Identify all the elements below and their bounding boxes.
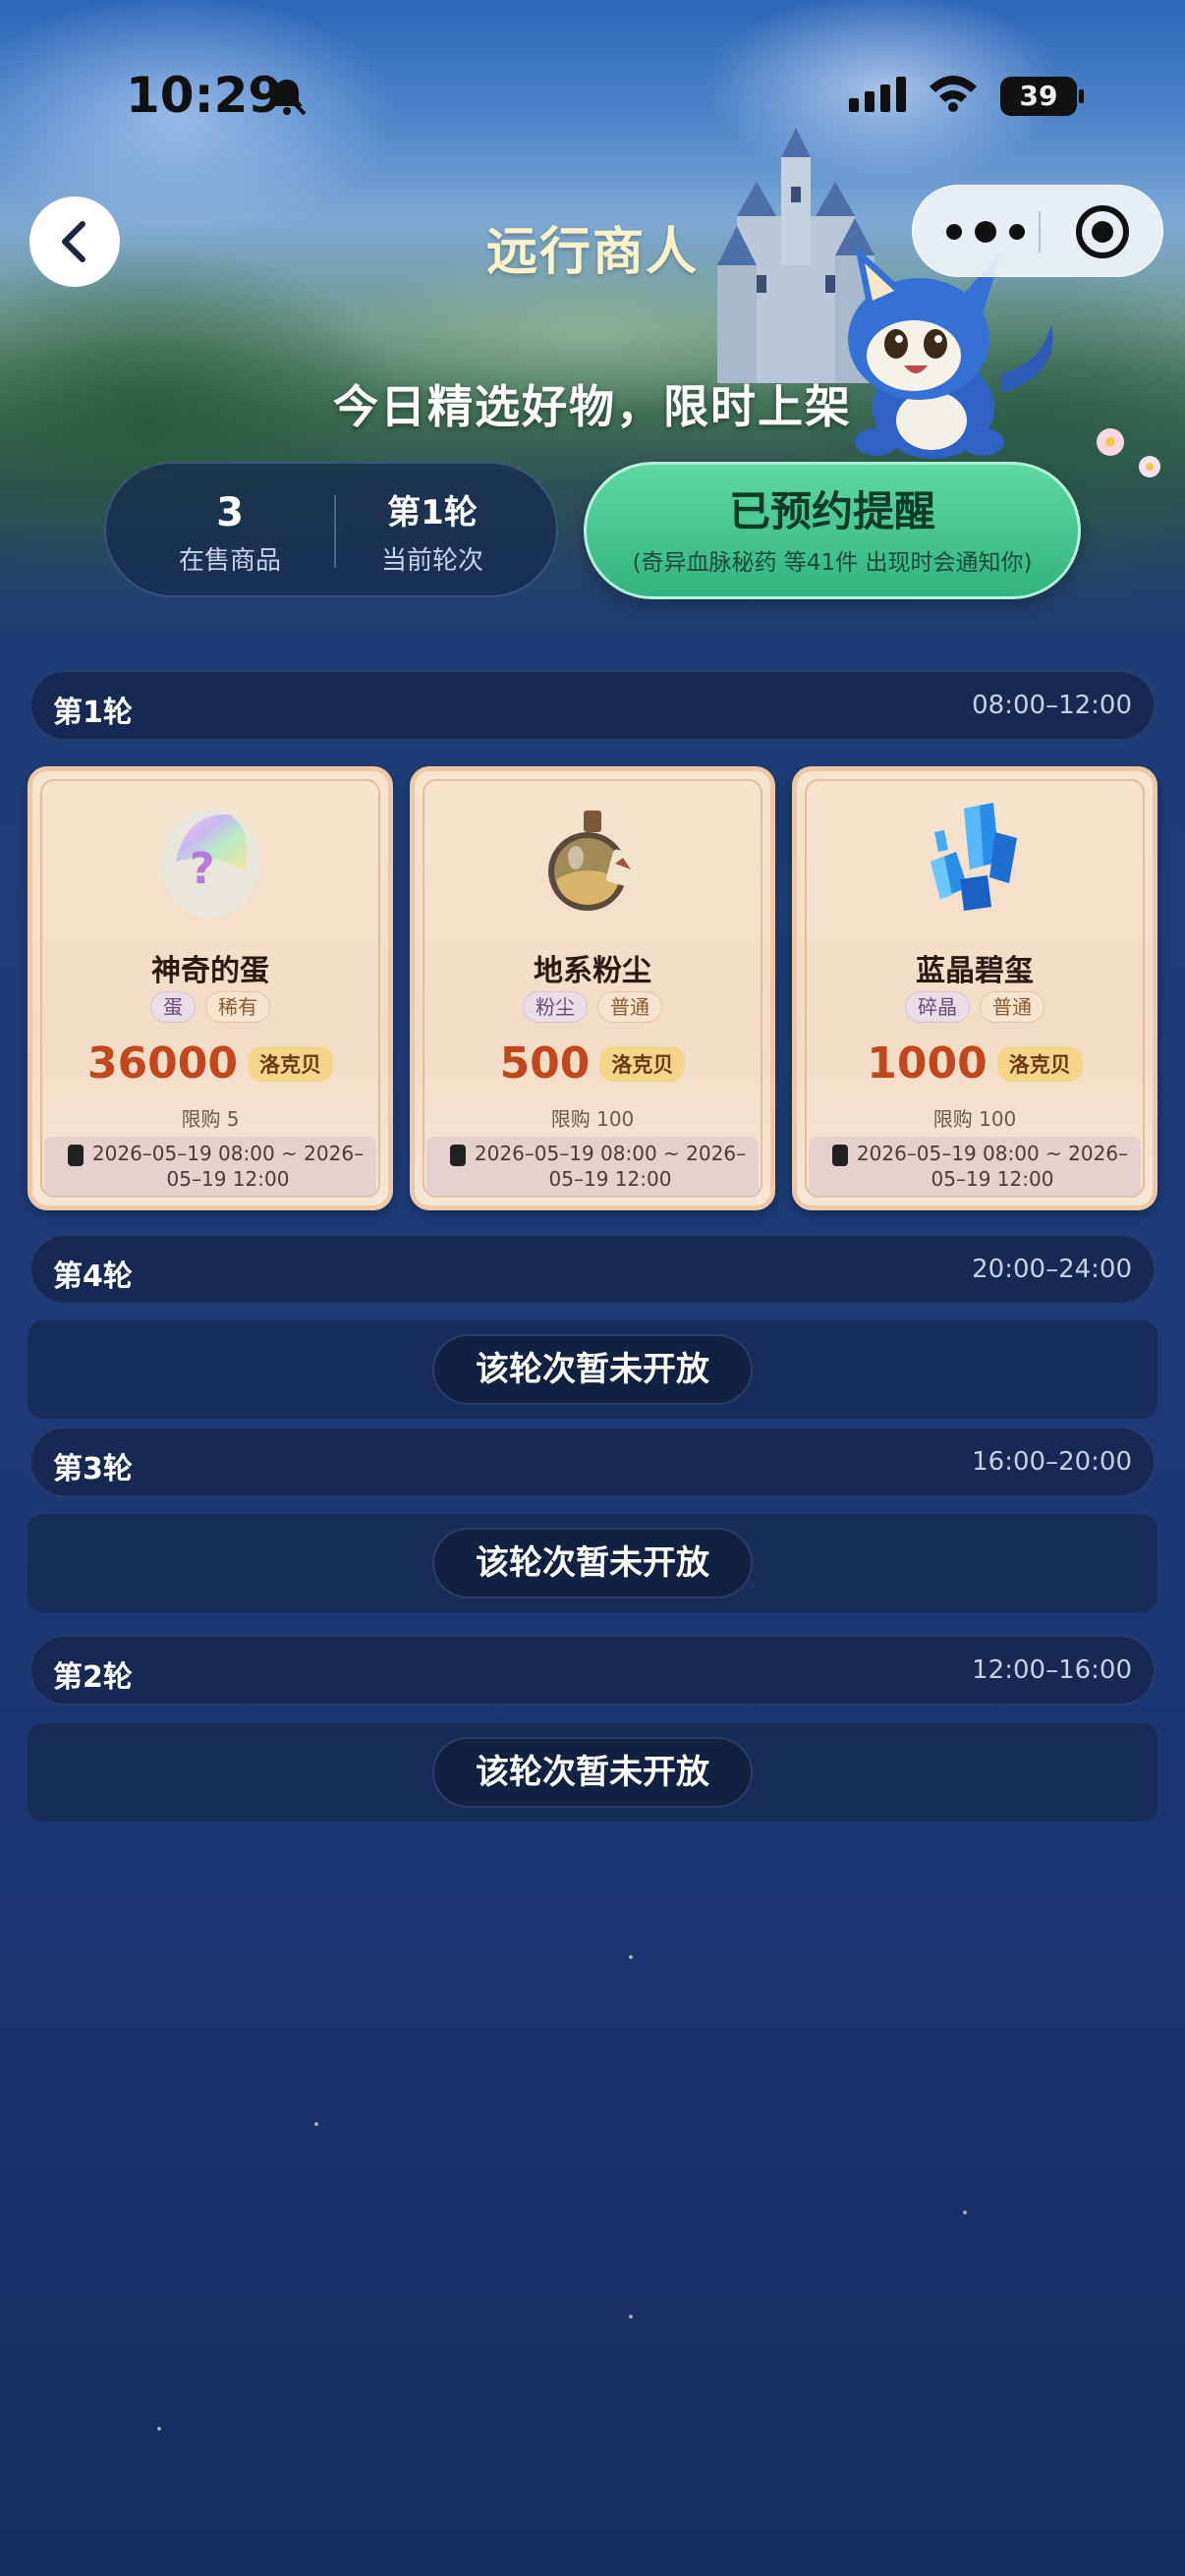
battery-indicator: 39 — [1000, 77, 1084, 116]
product-card[interactable]: ? 神奇的蛋 蛋 稀有 36000 洛克贝 限购 5 2026–05–19 08… — [28, 766, 393, 1210]
current-round-label: 当前轮次 — [380, 546, 483, 576]
tag-rarity: 普通 — [597, 991, 662, 1023]
tag-rarity: 普通 — [980, 991, 1044, 1023]
sale-period: 2026–05–19 08:00 ~ 2026–05–19 12:00 — [44, 1137, 376, 1198]
tag-type: 碎晶 — [905, 991, 970, 1023]
product-price: 36000 — [86, 1038, 239, 1089]
stats-panel: 3 在售商品 第1轮 当前轮次 — [104, 462, 558, 597]
product-card[interactable]: 蓝晶碧玺 碎晶 普通 1000 洛克贝 限购 100 2026–05–19 08… — [792, 766, 1157, 1210]
round-name: 第4轮 — [53, 1260, 133, 1294]
watch-icon — [832, 1141, 848, 1170]
product-tags: 蛋 稀有 — [32, 991, 388, 1023]
on-sale-label: 在售商品 — [178, 546, 281, 576]
miniprogram-capsule — [912, 185, 1163, 277]
round-time: 20:00–24:00 — [972, 1255, 1132, 1284]
round-closed-panel: 该轮次暂未开放 — [28, 1723, 1157, 1821]
product-card[interactable]: 地系粉尘 粉尘 普通 500 洛克贝 限购 100 2026–05–19 08:… — [410, 766, 775, 1210]
currency-badge: 洛克贝 — [248, 1046, 334, 1082]
round-name: 第3轮 — [53, 1452, 133, 1486]
round-name: 第1轮 — [53, 696, 133, 730]
star-decoration — [629, 1955, 633, 1959]
currency-badge: 洛克贝 — [599, 1046, 686, 1082]
wifi-icon — [930, 76, 977, 112]
product-tags: 粉尘 普通 — [415, 991, 770, 1023]
round-time: 08:00–12:00 — [972, 691, 1132, 720]
round-closed-status: 该轮次暂未开放 — [432, 1334, 753, 1405]
product-tags: 碎晶 普通 — [797, 991, 1153, 1023]
price-row: 36000 洛克贝 — [32, 1038, 388, 1090]
star-decoration — [157, 2427, 161, 2431]
round-closed-panel: 该轮次暂未开放 — [28, 1320, 1157, 1419]
star-decoration — [314, 2122, 318, 2126]
round-header: 第1轮 08:00–12:00 — [29, 670, 1156, 741]
round-time: 12:00–16:00 — [972, 1655, 1132, 1685]
hero-slogan: 今日精选好物，限时上架 — [333, 380, 852, 433]
svg-text:?: ? — [190, 844, 215, 894]
star-decoration — [629, 2315, 633, 2319]
sale-period: 2026–05–19 08:00 ~ 2026–05–19 12:00 — [426, 1137, 759, 1198]
status-time: 10:29 — [126, 67, 283, 124]
product-price: 500 — [499, 1038, 591, 1089]
blue-crystal-icon — [931, 803, 1017, 911]
purchase-limit: 限购 5 — [181, 1107, 240, 1131]
product-name: 神奇的蛋 — [151, 954, 269, 988]
round-closed-panel: 该轮次暂未开放 — [28, 1514, 1157, 1612]
sale-period-text: 2026–05–19 08:00 ~ 2026–05–19 12:00 — [856, 1142, 1129, 1191]
currency-badge: 洛克贝 — [996, 1046, 1083, 1082]
round-header: 第4轮 20:00–24:00 — [29, 1234, 1156, 1305]
sale-period: 2026–05–19 08:00 ~ 2026–05–19 12:00 — [809, 1137, 1141, 1198]
current-round-value: 第1轮 — [387, 493, 478, 532]
round-closed-status: 该轮次暂未开放 — [432, 1528, 753, 1598]
tag-rarity: 稀有 — [205, 991, 270, 1023]
round-name: 第2轮 — [53, 1660, 133, 1695]
on-sale-count: 3 — [216, 490, 244, 535]
rainbow-egg-icon: ? — [161, 809, 259, 919]
purchase-limit: 限购 100 — [932, 1107, 1017, 1131]
reminder-sub: (奇异血脉秘药 等41件 出现时会通知你) — [632, 550, 1033, 576]
more-options-icon[interactable] — [946, 215, 1025, 249]
price-row: 500 洛克贝 — [415, 1038, 770, 1090]
dust-bottle-icon — [548, 811, 642, 911]
watch-icon — [68, 1141, 84, 1170]
product-name: 地系粉尘 — [534, 954, 651, 988]
product-name: 蓝晶碧玺 — [916, 954, 1034, 988]
sale-period-text: 2026–05–19 08:00 ~ 2026–05–19 12:00 — [474, 1142, 747, 1191]
price-row: 1000 洛克贝 — [797, 1038, 1153, 1090]
watch-icon — [450, 1141, 466, 1170]
battery-level: 39 — [1019, 80, 1058, 112]
signal-icon — [849, 77, 906, 112]
capsule-divider — [1039, 211, 1041, 252]
star-decoration — [963, 2211, 967, 2214]
round-time: 16:00–20:00 — [972, 1447, 1132, 1477]
stat-on-sale: 3 在售商品 — [122, 489, 338, 577]
tag-type: 粉尘 — [523, 991, 588, 1023]
round-header: 第2轮 12:00–16:00 — [29, 1635, 1156, 1706]
sale-period-text: 2026–05–19 08:00 ~ 2026–05–19 12:00 — [91, 1142, 365, 1191]
reminder-label: 已预约提醒 — [728, 487, 935, 535]
tag-type: 蛋 — [150, 991, 196, 1023]
purchase-limit: 限购 100 — [550, 1107, 635, 1131]
round-closed-status: 该轮次暂未开放 — [432, 1737, 753, 1808]
bell-muted-icon — [269, 77, 307, 116]
round-header: 第3轮 16:00–20:00 — [29, 1427, 1156, 1497]
product-price: 1000 — [867, 1038, 988, 1089]
stat-current-round: 第1轮 当前轮次 — [324, 489, 540, 577]
close-miniprogram-icon[interactable] — [1076, 205, 1129, 258]
reminder-button[interactable]: 已预约提醒 (奇异血脉秘药 等41件 出现时会通知你) — [584, 462, 1081, 599]
